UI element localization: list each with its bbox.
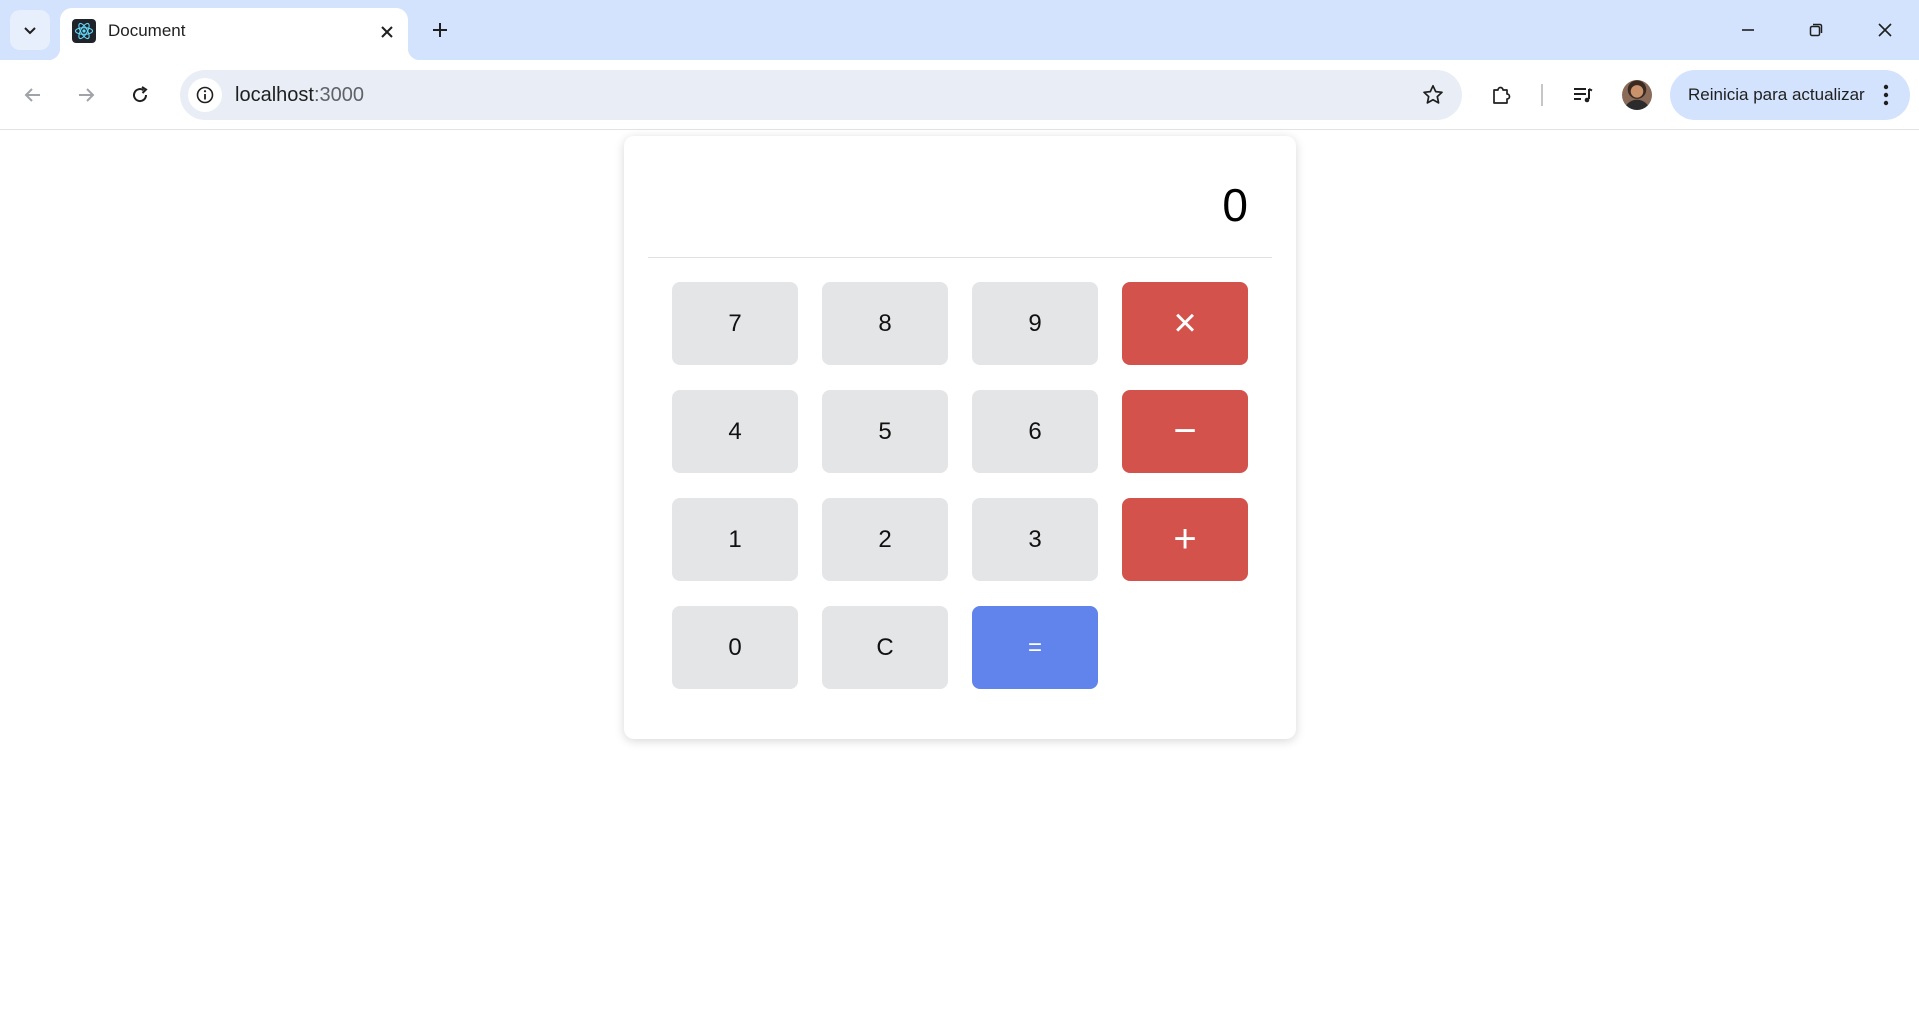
restore-icon: [1809, 23, 1823, 37]
tab-title: Document: [108, 21, 186, 40]
react-logo-icon: [72, 19, 96, 43]
media-controls-button[interactable]: [1565, 77, 1601, 113]
calculator-display: 0: [648, 136, 1272, 258]
key-0[interactable]: 0: [672, 606, 798, 689]
key-3[interactable]: 3: [972, 498, 1098, 581]
key-6[interactable]: 6: [972, 390, 1098, 473]
arrow-left-icon: [24, 88, 40, 102]
tab-strip: Document: [0, 0, 1919, 60]
equals-button[interactable]: =: [972, 606, 1098, 689]
browser-menu-button[interactable]: [1870, 79, 1902, 111]
url-host: localhost: [235, 84, 314, 106]
browser-toolbar: localhost:3000 Reinicia para actualizar: [0, 60, 1919, 130]
key-4[interactable]: 4: [672, 390, 798, 473]
multiply-button[interactable]: ×: [1122, 282, 1248, 365]
back-button[interactable]: [15, 77, 51, 113]
arrow-right-icon: [79, 88, 95, 102]
key-1[interactable]: 1: [672, 498, 798, 581]
chevron-down-icon: [24, 27, 36, 35]
reload-button[interactable]: [122, 77, 158, 113]
key-8[interactable]: 8: [822, 282, 948, 365]
forward-button[interactable]: [68, 77, 104, 113]
restart-to-update-button[interactable]: Reinicia para actualizar: [1670, 70, 1910, 120]
toolbar-divider: [1541, 84, 1543, 106]
display-value: 0: [1222, 179, 1248, 231]
bookmark-button[interactable]: [1420, 82, 1446, 108]
reload-icon: [133, 86, 148, 103]
close-window-button[interactable]: [1851, 0, 1919, 60]
puzzle-icon: [1493, 86, 1511, 104]
clear-button[interactable]: C: [822, 606, 948, 689]
calculator: 0 7 8 9 × 4 5 6−1 2 3 +0 C =: [624, 136, 1296, 739]
tab-active[interactable]: Document: [48, 8, 420, 60]
key-7[interactable]: 7: [672, 282, 798, 365]
subtract-button[interactable]: −: [1122, 390, 1248, 473]
kebab-icon: [1883, 84, 1889, 106]
minimize-button[interactable]: [1714, 0, 1782, 60]
minimize-icon: [1742, 29, 1754, 31]
new-tab-button[interactable]: [422, 12, 458, 48]
close-icon: [1878, 23, 1892, 37]
address-bar[interactable]: localhost:3000: [180, 70, 1462, 120]
close-icon: [381, 26, 393, 38]
restore-button[interactable]: [1782, 0, 1850, 60]
tab-search-button[interactable]: [10, 10, 50, 50]
calculator-keypad: 7 8 9 × 4 5 6− 1 2 3 +0 C =: [672, 282, 1248, 689]
update-button-label: Reinicia para actualizar: [1688, 85, 1865, 104]
browser-window: Document localhost:3000 Reinicia para ac…: [0, 0, 1919, 1017]
profile-avatar[interactable]: [1622, 80, 1652, 110]
plus-icon: [433, 23, 447, 37]
tab-close-button[interactable]: [374, 19, 400, 45]
site-info-button[interactable]: [188, 78, 222, 112]
url-text: localhost:3000: [235, 84, 364, 107]
media-queue-icon: [1574, 88, 1593, 103]
add-button[interactable]: +: [1122, 498, 1248, 581]
url-port: :3000: [313, 84, 364, 106]
info-icon: [196, 86, 214, 104]
star-icon: [1423, 84, 1443, 104]
extensions-button[interactable]: [1484, 77, 1520, 113]
key-5[interactable]: 5: [822, 390, 948, 473]
page-viewport: 0 7 8 9 × 4 5 6−1 2 3 +0 C =: [0, 131, 1919, 1017]
key-9[interactable]: 9: [972, 282, 1098, 365]
key-2[interactable]: 2: [822, 498, 948, 581]
